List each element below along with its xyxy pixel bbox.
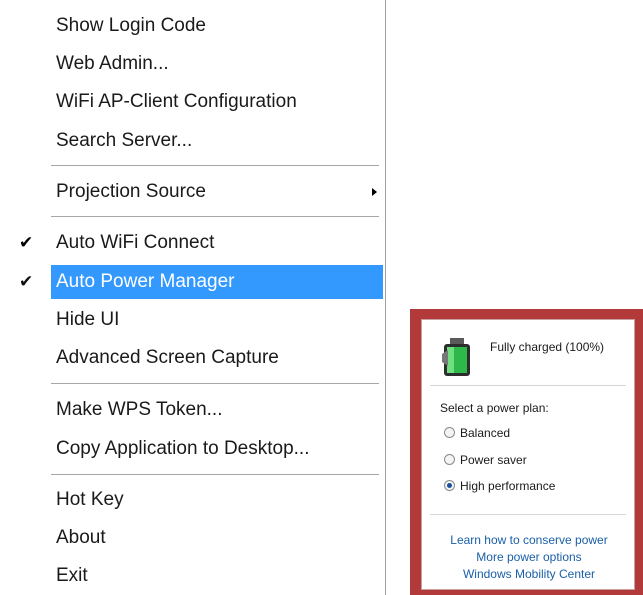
menu-item-label: Copy Application to Desktop... — [56, 438, 310, 459]
menu-item-label: Hot Key — [56, 489, 124, 510]
power-plan-power-saver[interactable]: Power saver — [444, 451, 527, 469]
menu-item-hot-key[interactable]: Hot Key — [0, 483, 383, 517]
power-plan-balanced[interactable]: Balanced — [444, 424, 510, 442]
menu-separator — [51, 165, 379, 166]
menu-separator — [51, 216, 379, 217]
link-more-power-options[interactable]: More power options — [422, 549, 636, 566]
menu-item-label: Projection Source — [56, 181, 206, 202]
power-plan-heading: Select a power plan: — [440, 401, 549, 415]
flyout-separator — [430, 385, 626, 386]
menu-item-auto-power-manager[interactable]: Auto Power Manager — [51, 265, 383, 299]
menu-item-label: Advanced Screen Capture — [56, 347, 279, 368]
radio-button[interactable] — [444, 427, 455, 439]
link-conserve-power[interactable]: Learn how to conserve power — [422, 532, 636, 549]
menu-item-label: Make WPS Token... — [56, 399, 223, 420]
checkmark-icon: ✔ — [19, 272, 34, 291]
power-plan-label: Balanced — [460, 426, 511, 440]
menu-item-label: About — [56, 527, 106, 548]
context-menu: Show Login Code Web Admin... WiFi AP-Cli… — [0, 0, 386, 595]
power-flyout-panel: Fully charged (100%) Select a power plan… — [421, 319, 635, 590]
menu-separator — [51, 383, 379, 384]
menu-item-advanced-screen-capture[interactable]: Advanced Screen Capture — [0, 341, 383, 375]
power-plan-high-performance[interactable]: High performance — [444, 477, 555, 495]
menu-item-label: Hide UI — [56, 309, 120, 330]
menu-item-label: Exit — [56, 565, 88, 586]
link-windows-mobility-center[interactable]: Windows Mobility Center — [422, 566, 636, 583]
menu-item-auto-wifi-connect[interactable]: ✔ Auto WiFi Connect — [0, 226, 383, 260]
menu-item-label: Search Server... — [56, 130, 193, 151]
menu-item-label: Show Login Code — [56, 15, 206, 36]
menu-item-projection-source[interactable]: Projection Source — [0, 175, 383, 209]
menu-item-label: Web Admin... — [56, 53, 169, 74]
menu-item-copy-app-to-desktop[interactable]: Copy Application to Desktop... — [0, 432, 383, 466]
menu-item-web-admin[interactable]: Web Admin... — [0, 47, 383, 81]
menu-item-label: Auto WiFi Connect — [56, 232, 215, 253]
power-flyout: Fully charged (100%) Select a power plan… — [410, 309, 643, 595]
menu-item-make-wps-token[interactable]: Make WPS Token... — [0, 393, 383, 427]
flyout-separator — [430, 514, 626, 515]
submenu-arrow-icon — [372, 188, 377, 196]
power-plan-label: High performance — [460, 479, 556, 493]
menu-item-label: WiFi AP-Client Configuration — [56, 91, 297, 112]
menu-separator — [51, 474, 379, 475]
power-plan-label: Power saver — [460, 453, 527, 467]
menu-item-about[interactable]: About — [0, 521, 383, 555]
battery-full-icon — [442, 338, 470, 376]
radio-button[interactable] — [444, 454, 455, 466]
menu-item-exit[interactable]: Exit — [0, 559, 383, 593]
radio-button-selected[interactable] — [444, 480, 455, 492]
menu-item-search-server[interactable]: Search Server... — [0, 124, 383, 158]
menu-item-wifi-ap-client-config[interactable]: WiFi AP-Client Configuration — [0, 85, 383, 119]
checkmark-icon: ✔ — [19, 233, 34, 252]
battery-status: Fully charged (100%) — [490, 340, 605, 354]
menu-item-label: Auto Power Manager — [56, 271, 235, 292]
menu-item-hide-ui[interactable]: Hide UI — [0, 303, 383, 337]
menu-item-show-login-code[interactable]: Show Login Code — [0, 9, 383, 43]
